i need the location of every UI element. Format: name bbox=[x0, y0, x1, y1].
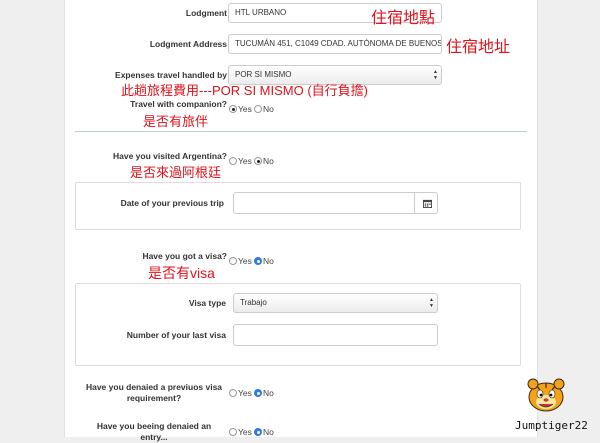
last-visa-input[interactable] bbox=[233, 324, 438, 346]
radio-label: Yes bbox=[238, 156, 252, 166]
form-card: Lodgment HTL URBANO 住宿地點 Lodgment Addres… bbox=[64, 0, 538, 442]
radio-label: Yes bbox=[238, 104, 252, 114]
lodgment-label: Lodgment bbox=[185, 8, 227, 18]
lodgment-address-label: Lodgment Address bbox=[149, 39, 227, 49]
radio-circle bbox=[254, 389, 262, 397]
denied-entry-no-radio[interactable]: No bbox=[254, 427, 274, 437]
watermark-text: Jumptiger22 bbox=[515, 419, 588, 432]
previous-trip-label: Date of your previous trip bbox=[120, 198, 224, 208]
visa-type-label: Visa type bbox=[188, 298, 226, 308]
radio-label: Yes bbox=[238, 256, 252, 266]
last-visa-label: Number of your last visa bbox=[126, 330, 226, 340]
companion-label: Travel with companion? bbox=[130, 99, 227, 109]
previous-trip-date-input[interactable] bbox=[233, 192, 438, 214]
visited-argentina-no-radio[interactable]: No bbox=[254, 156, 274, 166]
radio-circle bbox=[229, 157, 237, 165]
companion-no-radio[interactable]: No bbox=[254, 104, 274, 114]
denied-visa-label: Have you denaied a previuos visa require… bbox=[81, 382, 227, 404]
companion-yes-radio[interactable]: Yes bbox=[229, 104, 252, 114]
visited-argentina-label: Have you visited Argentina? bbox=[113, 151, 227, 161]
visited-argentina-note: 是否來過阿根廷 bbox=[130, 165, 222, 180]
radio-label: Yes bbox=[238, 388, 252, 398]
denied-entry-label-line1: Have you beeing denaied an bbox=[96, 421, 212, 431]
radio-circle bbox=[229, 389, 237, 397]
lodgment-address-input[interactable]: TUCUMÁN 451, C1049 CDAD. AUTÓNOMA DE BUE… bbox=[228, 34, 442, 54]
denied-visa-yes-radio[interactable]: Yes bbox=[229, 388, 252, 398]
radio-label: No bbox=[263, 156, 274, 166]
radio-circle bbox=[229, 428, 237, 436]
radio-circle bbox=[254, 257, 262, 265]
visa-type-select-value: Trabajo bbox=[240, 298, 267, 307]
expenses-select-value: POR SI MISMO bbox=[235, 70, 292, 79]
visa-yes-radio[interactable]: Yes bbox=[229, 256, 252, 266]
radio-circle bbox=[254, 428, 262, 436]
section-divider bbox=[75, 131, 527, 132]
visa-no-radio[interactable]: No bbox=[254, 256, 274, 266]
calendar-icon bbox=[422, 199, 432, 208]
radio-label: No bbox=[263, 427, 274, 437]
visa-details-panel: Visa type Trabajo ▲ ▼ Number of your last… bbox=[75, 283, 521, 366]
radio-circle bbox=[254, 105, 262, 113]
previous-trip-panel: Date of your previous trip bbox=[75, 182, 521, 230]
denied-entry-yes-radio[interactable]: Yes bbox=[229, 427, 252, 437]
radio-circle bbox=[229, 105, 237, 113]
lodgment-note: 住宿地點 bbox=[371, 10, 436, 27]
radio-label: Yes bbox=[238, 427, 252, 437]
lodgment-address-note: 住宿地址 bbox=[446, 39, 511, 56]
radio-label: No bbox=[263, 104, 274, 114]
companion-note: 是否有旅伴 bbox=[143, 114, 209, 129]
radio-circle bbox=[229, 257, 237, 265]
denied-entry-label: Have you beeing denaied an entry... bbox=[81, 421, 227, 443]
visa-label: Have you got a visa? bbox=[142, 251, 227, 261]
tigger-logo-icon bbox=[527, 378, 565, 412]
visited-argentina-yes-radio[interactable]: Yes bbox=[229, 156, 252, 166]
expenses-note: 此趟旅程費用---POR SI MISMO (自行負擔) bbox=[121, 83, 368, 98]
select-arrows-icon: ▲ ▼ bbox=[429, 297, 434, 309]
denied-visa-label-line2: requirement? bbox=[126, 393, 182, 403]
visa-note: 是否有visa bbox=[148, 265, 215, 281]
denied-visa-label-line1: Have you denaied a previuos visa bbox=[85, 382, 223, 392]
radio-label: No bbox=[263, 256, 274, 266]
denied-entry-label-line2: entry... bbox=[140, 432, 168, 442]
select-arrows-icon: ▲ ▼ bbox=[433, 69, 438, 81]
radio-circle bbox=[254, 157, 262, 165]
calendar-button[interactable] bbox=[414, 192, 439, 214]
denied-visa-no-radio[interactable]: No bbox=[254, 388, 274, 398]
radio-label: No bbox=[263, 388, 274, 398]
visa-type-select[interactable]: Trabajo ▲ ▼ bbox=[233, 293, 438, 313]
